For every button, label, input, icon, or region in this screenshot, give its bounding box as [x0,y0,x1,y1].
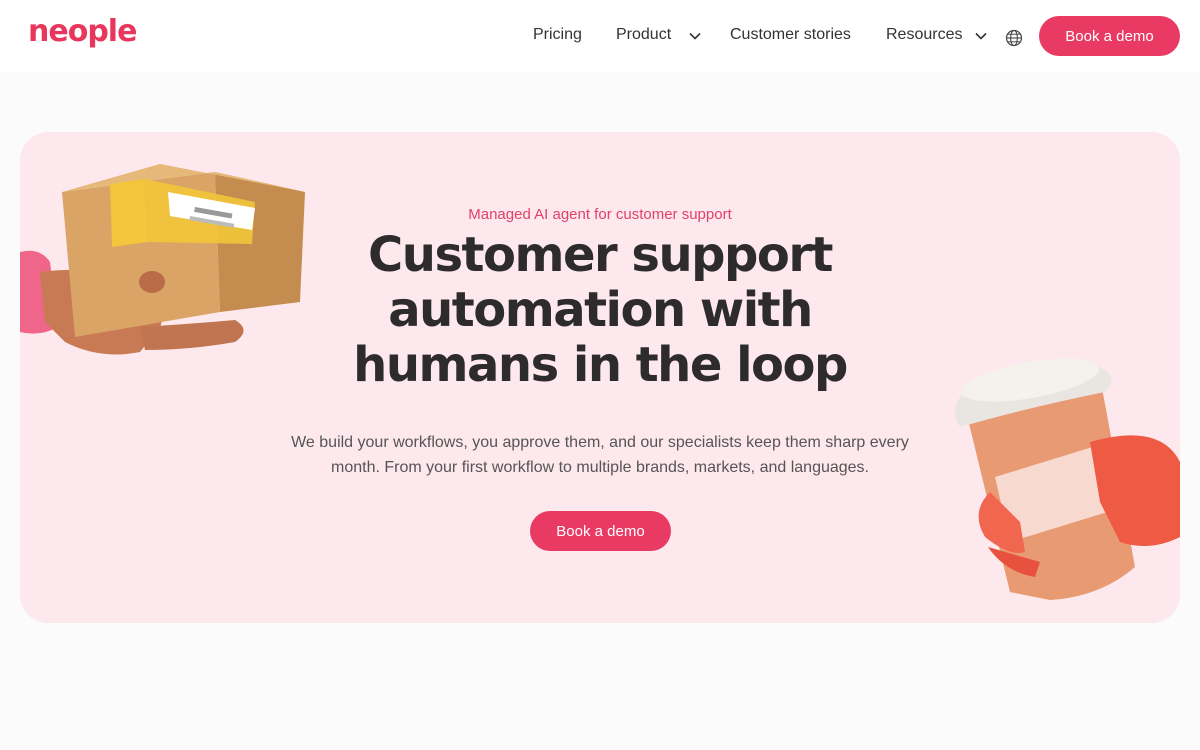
neople-logo[interactable]: neople [28,14,137,49]
globe-icon[interactable] [1005,29,1023,47]
hero-headline: Customer support automation with humans … [353,227,848,393]
top-navigation: neople Pricing Product Customer stories … [0,0,1200,72]
hero-subtext: We build your workflows, you approve the… [291,434,909,476]
nav-link-product[interactable]: Product [616,26,671,44]
hero-eyebrow: Managed AI agent for customer support [468,206,732,223]
hand-holding-coffee-cup-illustration [955,358,1180,600]
hand-holding-package-illustration [20,164,305,355]
nav-link-pricing[interactable]: Pricing [533,26,582,44]
book-demo-nav-button[interactable]: Book a demo [1039,16,1180,56]
hero-section: Managed AI agent for customer support Cu… [20,132,1180,623]
book-demo-hero-button[interactable]: Book a demo [530,511,671,551]
nav-link-customer-stories[interactable]: Customer stories [730,26,851,44]
nav-link-resources[interactable]: Resources [886,26,962,44]
resources-chevron-down-icon[interactable] [975,32,987,40]
product-chevron-down-icon[interactable] [689,32,701,40]
